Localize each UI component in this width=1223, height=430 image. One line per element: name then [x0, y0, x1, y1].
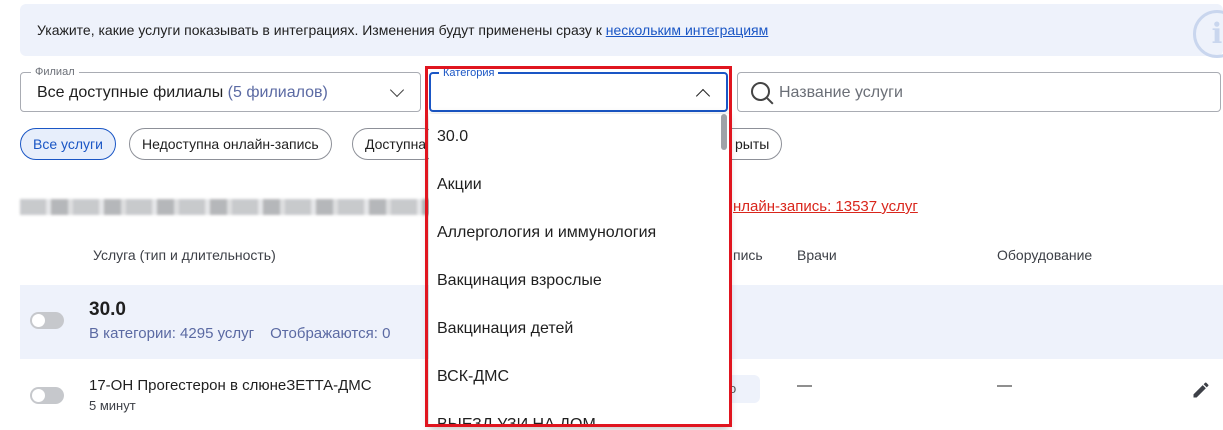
dropdown-option[interactable]: Вакцинация взрослые [437, 272, 602, 290]
dropdown-option[interactable]: ВСК-ДМС [437, 368, 509, 386]
dropdown-option[interactable]: 30.0 [437, 128, 468, 146]
category-label: Категория [439, 66, 499, 80]
category-count: В категории: 4295 услуг [89, 325, 255, 342]
integrations-link[interactable]: нескольким интеграциям [606, 22, 769, 38]
search-icon [751, 82, 770, 101]
chip-all-services[interactable]: Все услуги [20, 128, 116, 160]
dropdown-scrollbar[interactable] [721, 114, 727, 150]
service-toggle[interactable] [30, 387, 64, 404]
online-booking-link[interactable]: нлайн-запись: 13537 услуг [733, 198, 918, 215]
branch-label: Филиал [31, 65, 79, 79]
chip-online-unavailable[interactable]: Недоступна онлайн-запись [129, 128, 332, 160]
chevron-up-icon[interactable] [695, 88, 711, 104]
service-doctors: — [797, 377, 812, 394]
branch-value: Все доступные филиалы (5 филиалов) [37, 84, 328, 102]
header-booking: пись [733, 247, 763, 263]
booking-status-badge: о [727, 375, 760, 403]
pencil-icon[interactable] [1191, 380, 1211, 400]
header-service: Услуга (тип и длительность) [93, 247, 276, 263]
header-equipment: Оборудование [997, 247, 1093, 263]
category-shown: Отображаются: 0 [270, 325, 391, 342]
chevron-down-icon[interactable] [389, 82, 405, 98]
service-search [737, 72, 1221, 112]
branch-value-text: Все доступные филиалы [37, 84, 224, 101]
service-search-input[interactable] [779, 82, 1199, 104]
branch-select[interactable]: Филиал Все доступные филиалы (5 филиалов… [20, 65, 421, 112]
info-icon: i [1193, 10, 1223, 58]
category-dropdown: 30.0 Акции Аллергология и иммунология Ва… [429, 114, 729, 427]
dropdown-option[interactable]: Акции [437, 176, 482, 194]
branch-count: (5 филиалов) [227, 84, 328, 101]
category-toggle[interactable] [30, 312, 64, 329]
dropdown-option[interactable]: Вакцинация детей [437, 320, 573, 338]
chip-available[interactable]: Доступна [352, 128, 440, 160]
banner-text: Укажите, какие услуги показывать в интег… [37, 22, 768, 38]
service-equipment: — [997, 377, 1012, 394]
info-banner: Укажите, какие услуги показывать в интег… [20, 4, 1223, 58]
service-duration: 5 минут [89, 398, 136, 413]
service-title[interactable]: 17-ОН Прогестерон в слюнеЗЕТТА-ДМС [89, 377, 372, 394]
header-doctors: Врачи [797, 247, 837, 263]
category-select[interactable]: Категория [429, 66, 728, 112]
dropdown-option[interactable]: Аллергология и иммунология [437, 224, 656, 242]
dropdown-option[interactable]: ВЫЕЗД УЗИ НА ДОМ [437, 416, 596, 427]
category-title: 30.0 [89, 299, 126, 320]
category-meta: В категории: 4295 услуг Отображаются: 0 [89, 325, 390, 342]
blurred-summary-text [20, 199, 430, 215]
banner-message: Укажите, какие услуги показывать в интег… [37, 22, 606, 38]
